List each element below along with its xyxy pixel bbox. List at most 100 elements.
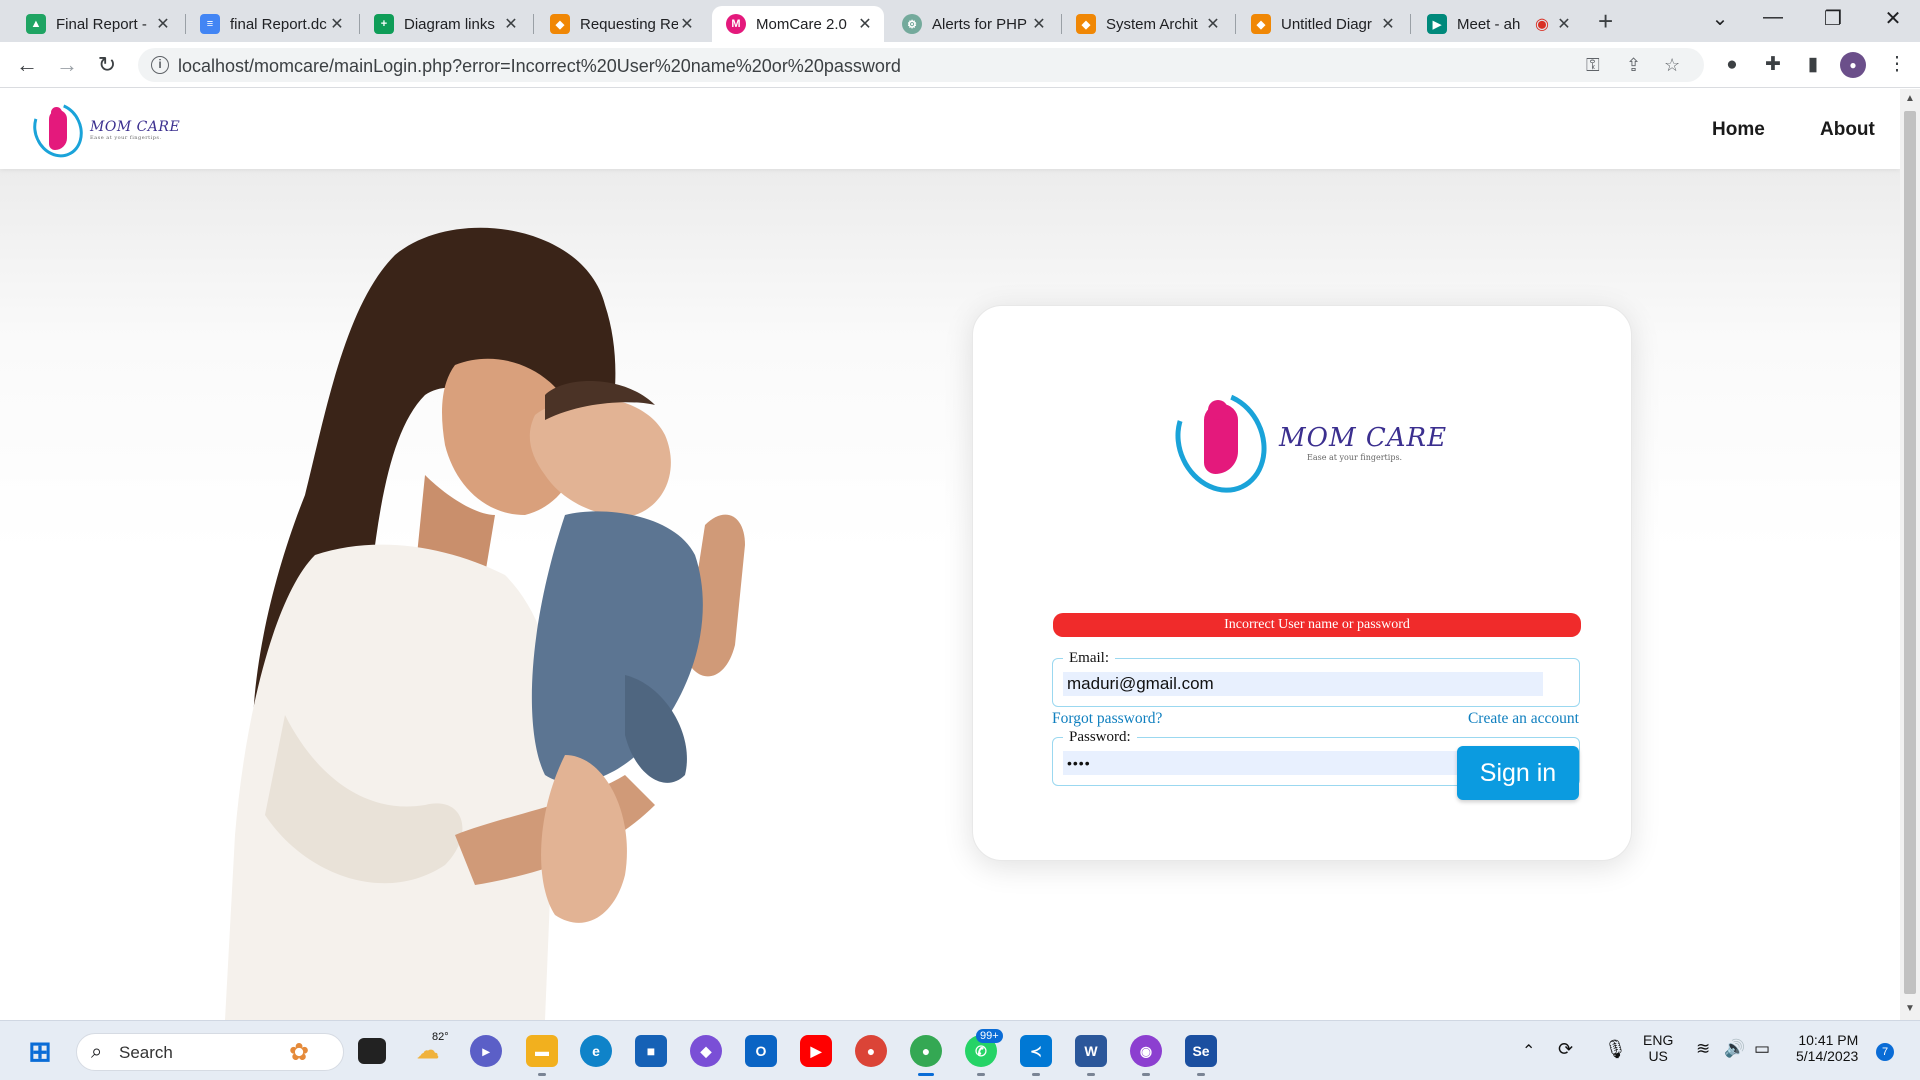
recording-icon: ◉ bbox=[1535, 16, 1549, 33]
email-label: Email: bbox=[1063, 650, 1115, 667]
tab-search-chevron-icon[interactable]: ⌄ bbox=[1700, 6, 1740, 31]
close-tab-icon[interactable]: ✕ bbox=[1204, 14, 1222, 34]
tab-final-report-drive[interactable]: ▲ Final Report - ✕ bbox=[12, 6, 182, 42]
outlook-icon[interactable]: O bbox=[745, 1035, 777, 1067]
tab-google-meet[interactable]: ▶ Meet - ah ◉ ✕ bbox=[1413, 6, 1583, 42]
key-icon[interactable]: ⚿ bbox=[1586, 55, 1600, 76]
tab-strip: ▲ Final Report - ✕ ≡ final Report.dc ✕ +… bbox=[0, 0, 1920, 42]
word-icon[interactable]: W bbox=[1075, 1035, 1107, 1067]
extensions-icon[interactable]: ✚ bbox=[1760, 52, 1786, 78]
chrome-icon[interactable]: ● bbox=[855, 1035, 887, 1067]
windows-start-icon[interactable]: ⊞ bbox=[24, 1035, 56, 1067]
email-input[interactable]: maduri@gmail.com bbox=[1063, 672, 1543, 696]
language-indicator[interactable]: ENG US bbox=[1643, 1032, 1673, 1064]
selenium-icon[interactable]: Se bbox=[1185, 1035, 1217, 1067]
clock-time: 10:41 PM bbox=[1798, 1032, 1859, 1048]
copilot-icon[interactable]: ◆ bbox=[690, 1035, 722, 1067]
clock-date: 5/14/2023 bbox=[1796, 1048, 1859, 1064]
url-text[interactable]: localhost/momcare/mainLogin.php?error=In… bbox=[178, 56, 901, 77]
close-tab-icon[interactable]: ✕ bbox=[502, 14, 520, 34]
close-tab-icon[interactable]: ✕ bbox=[1555, 14, 1573, 34]
forgot-password-link[interactable]: Forgot password? bbox=[1052, 710, 1162, 728]
mother-baby-photo bbox=[225, 227, 745, 1020]
google-docs-icon: ≡ bbox=[200, 14, 220, 34]
cookie-extension-icon[interactable]: ● bbox=[1719, 52, 1745, 78]
scroll-up-icon[interactable]: ▲ bbox=[1905, 93, 1915, 104]
tab-untitled-diagram[interactable]: ◆ Untitled Diagr ✕ bbox=[1237, 6, 1407, 42]
email-field: Email: maduri@gmail.com bbox=[1052, 650, 1580, 707]
login-card: MOM CARE Ease at your fingertips. Incorr… bbox=[972, 305, 1632, 861]
file-explorer-icon[interactable]: ▬ bbox=[526, 1035, 558, 1067]
chrome-profile-icon[interactable]: ● bbox=[910, 1035, 942, 1067]
close-tab-icon[interactable]: ✕ bbox=[154, 14, 172, 34]
tab-requesting[interactable]: ◆ Requesting Re ✕ bbox=[536, 6, 706, 42]
header-brand-text: MOM CARE bbox=[90, 119, 181, 135]
new-tab-icon[interactable]: + bbox=[1598, 8, 1613, 34]
tab-final-report-doc[interactable]: ≡ final Report.dc ✕ bbox=[186, 6, 356, 42]
close-window-icon[interactable]: ✕ bbox=[1873, 6, 1913, 31]
tab-alerts-php[interactable]: ⚙ Alerts for PHP ✕ bbox=[888, 6, 1058, 42]
profile-avatar-icon[interactable]: ● bbox=[1840, 52, 1866, 78]
teams-chat-icon[interactable]: ▸ bbox=[470, 1035, 502, 1067]
card-logo: MOM CARE Ease at your fingertips. bbox=[1159, 376, 1447, 508]
momcare-logo-icon bbox=[24, 94, 92, 166]
address-bar[interactable]: i localhost/momcare/mainLogin.php?error=… bbox=[138, 48, 1704, 82]
microphone-icon[interactable]: 🎙 bbox=[1604, 1039, 1627, 1060]
reload-icon[interactable]: ↻ bbox=[92, 50, 122, 80]
google-sheets-icon: + bbox=[374, 14, 394, 34]
header-tagline: Ease at your fingertips. bbox=[90, 135, 162, 141]
google-drive-icon: ▲ bbox=[26, 14, 46, 34]
github-desktop-icon[interactable]: ◉ bbox=[1130, 1035, 1162, 1067]
tray-overflow-icon[interactable]: ⌃ bbox=[1522, 1041, 1535, 1061]
minimize-icon[interactable]: — bbox=[1753, 6, 1793, 29]
chrome-menu-icon[interactable]: ⋮ bbox=[1884, 52, 1910, 78]
close-tab-icon[interactable]: ✕ bbox=[678, 14, 696, 34]
close-tab-icon[interactable]: ✕ bbox=[1379, 14, 1397, 34]
header-brand: MOM CARE Ease at your fingertips. bbox=[90, 119, 180, 141]
side-panel-icon[interactable]: ▮ bbox=[1800, 52, 1826, 78]
page-scrollbar[interactable]: ▲ ▼ bbox=[1900, 89, 1920, 1020]
nav-about-link[interactable]: About bbox=[1820, 119, 1875, 141]
vscode-icon[interactable]: ≺ bbox=[1020, 1035, 1052, 1067]
nav-home-link[interactable]: Home bbox=[1712, 119, 1765, 141]
wifi-icon[interactable]: ≋ bbox=[1696, 1039, 1710, 1059]
whatsapp-badge: 99+ bbox=[976, 1029, 1003, 1043]
close-tab-icon[interactable]: ✕ bbox=[1030, 14, 1048, 34]
create-account-link[interactable]: Create an account bbox=[1468, 710, 1579, 728]
login-error-banner: Incorrect User name or password bbox=[1053, 613, 1581, 637]
chatgpt-icon: ⚙ bbox=[902, 14, 922, 34]
scroll-down-icon[interactable]: ▼ bbox=[1905, 1003, 1915, 1014]
bookmark-star-icon[interactable]: ☆ bbox=[1664, 55, 1680, 76]
notification-badge[interactable]: 7 bbox=[1876, 1043, 1894, 1061]
header-logo[interactable]: MOM CARE Ease at your fingertips. bbox=[24, 94, 180, 166]
share-icon[interactable]: ⇪ bbox=[1626, 55, 1641, 76]
taskbar-search[interactable]: ⌕ Search ✿ bbox=[76, 1033, 344, 1071]
tab-system-architecture[interactable]: ◆ System Archit ✕ bbox=[1062, 6, 1232, 42]
volume-icon[interactable]: 🔊 bbox=[1724, 1039, 1745, 1059]
search-icon: ⌕ bbox=[91, 1041, 103, 1063]
sign-in-button[interactable]: Sign in bbox=[1457, 746, 1579, 800]
sync-icon[interactable]: ⟳ bbox=[1558, 1039, 1573, 1060]
clock[interactable]: 10:41 PM 5/14/2023 bbox=[1796, 1032, 1858, 1064]
restore-icon[interactable]: ❐ bbox=[1813, 6, 1853, 31]
scrollbar-thumb[interactable] bbox=[1904, 111, 1916, 994]
forward-icon[interactable]: → bbox=[52, 50, 82, 80]
youtube-icon[interactable]: ▶ bbox=[800, 1035, 832, 1067]
tab-momcare-active[interactable]: M MomCare 2.0 ✕ bbox=[712, 6, 884, 42]
site-info-icon[interactable]: i bbox=[151, 56, 169, 74]
site-header: MOM CARE Ease at your fingertips. Home A… bbox=[0, 89, 1900, 169]
task-view-icon[interactable] bbox=[358, 1038, 386, 1064]
tab-diagram-links[interactable]: + Diagram links ✕ bbox=[360, 6, 530, 42]
edge-icon[interactable]: e bbox=[580, 1035, 612, 1067]
card-brand: MOM CARE Ease at your fingertips. bbox=[1279, 423, 1447, 462]
close-tab-icon[interactable]: ✕ bbox=[328, 14, 346, 34]
battery-icon[interactable]: ▭ bbox=[1754, 1039, 1770, 1059]
momcare-logo-icon bbox=[1159, 376, 1283, 508]
google-meet-icon: ▶ bbox=[1427, 14, 1447, 34]
back-icon[interactable]: ← bbox=[12, 50, 42, 80]
search-highlight-icon: ✿ bbox=[289, 1039, 310, 1066]
drawio-icon: ◆ bbox=[1251, 14, 1271, 34]
close-tab-icon[interactable]: ✕ bbox=[856, 14, 874, 34]
taskbar-search-text: Search bbox=[119, 1043, 173, 1062]
microsoft-store-icon[interactable]: ■ bbox=[635, 1035, 667, 1067]
